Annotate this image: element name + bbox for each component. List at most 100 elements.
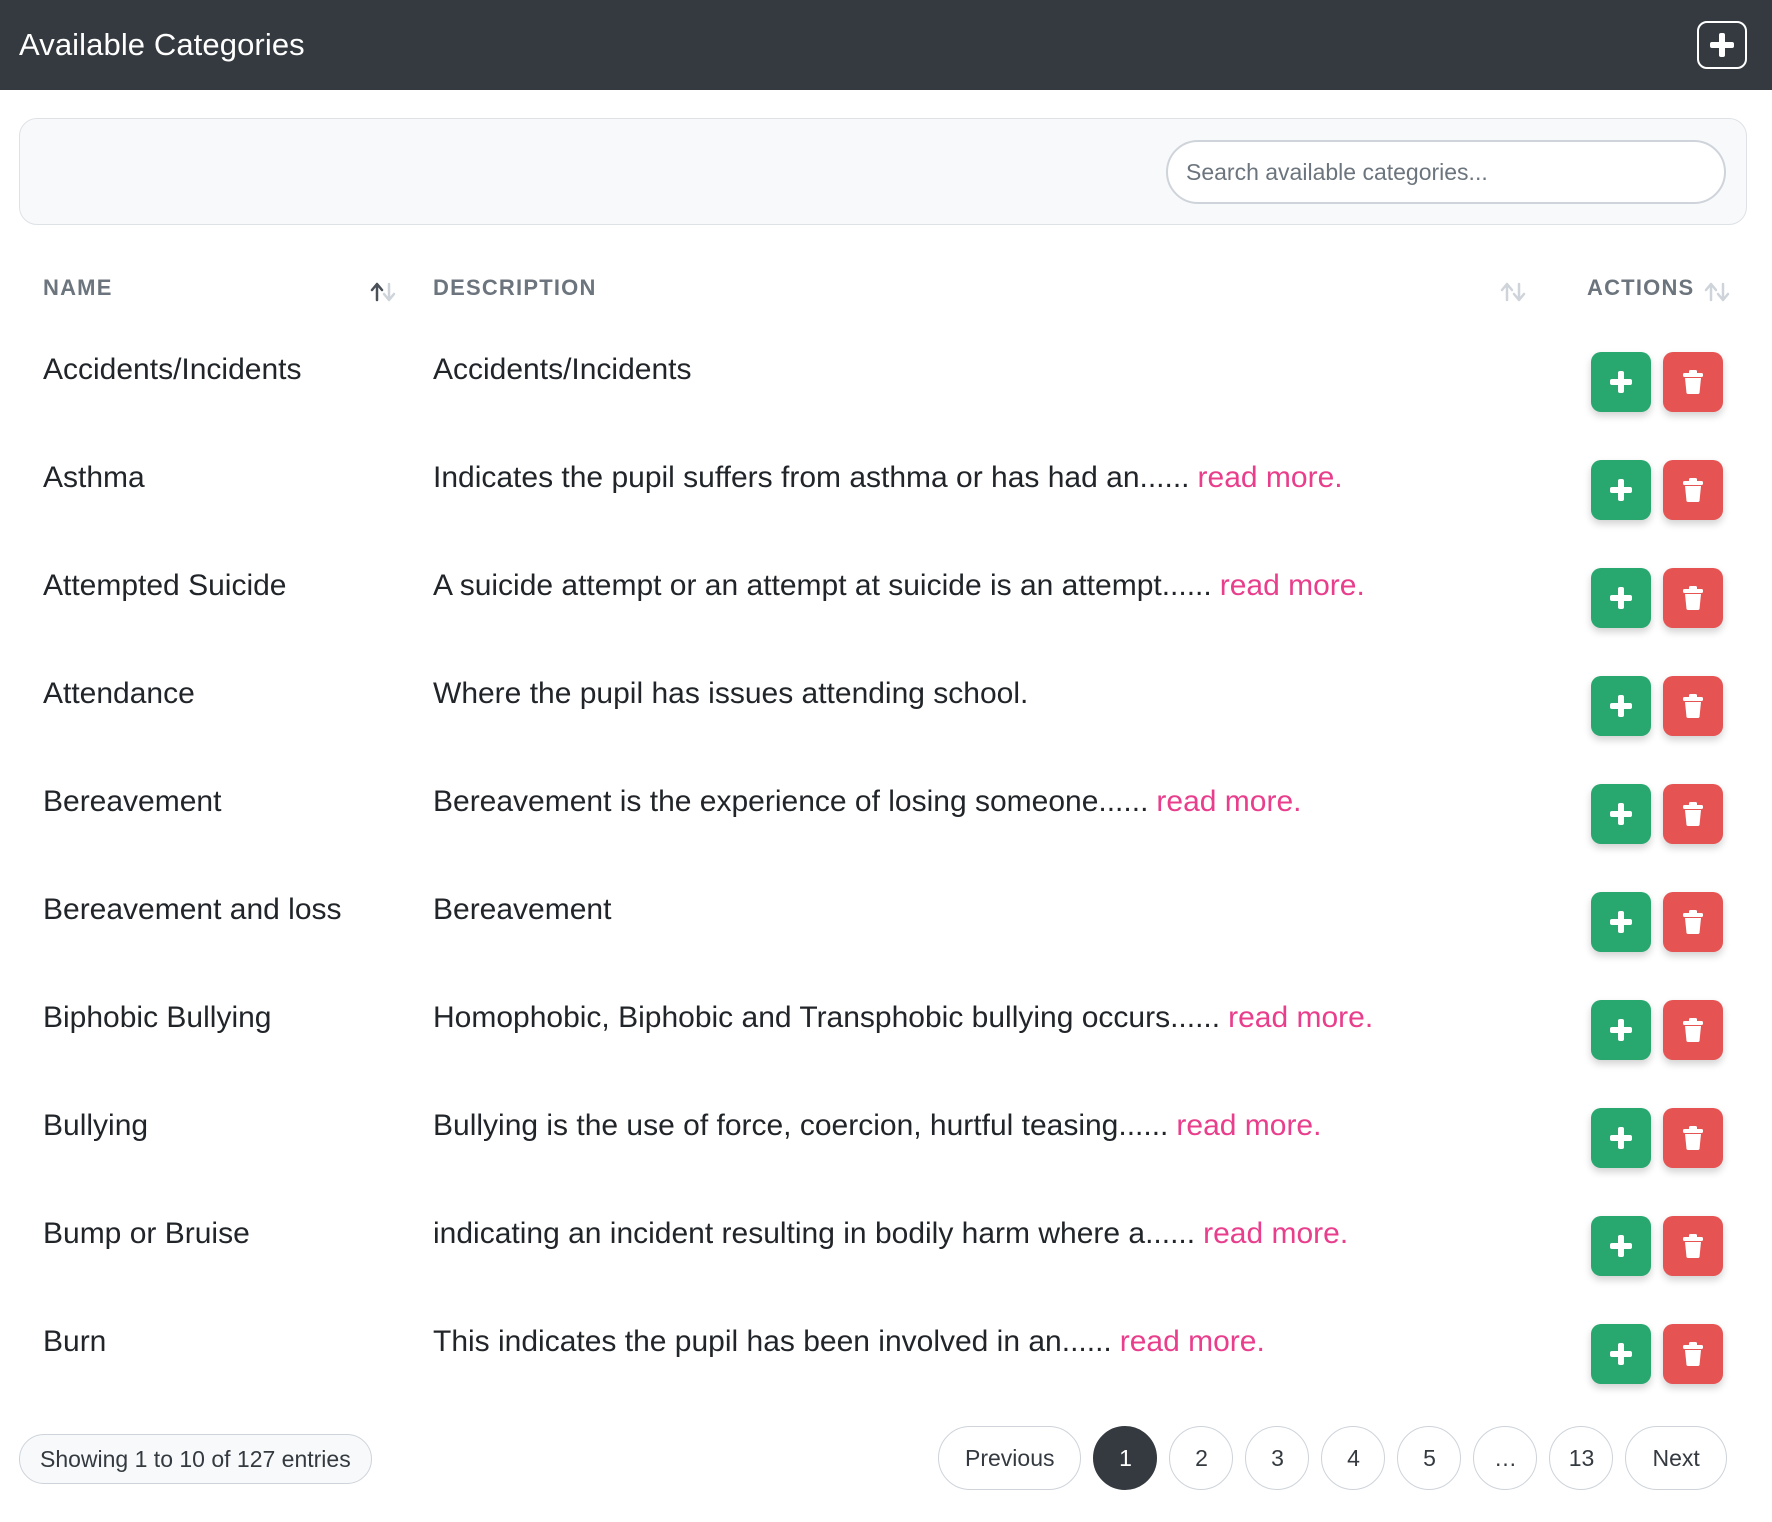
- sort-icon[interactable]: [1499, 280, 1527, 302]
- delete-button[interactable]: [1663, 1216, 1723, 1276]
- plus-icon: [1610, 695, 1632, 717]
- read-more-link[interactable]: read more.: [1220, 569, 1365, 603]
- column-header-actions[interactable]: ACTIONS: [1587, 275, 1694, 301]
- column-header-description[interactable]: DESCRIPTION: [433, 275, 597, 301]
- delete-button[interactable]: [1663, 784, 1723, 844]
- pagination-page-13[interactable]: 13: [1549, 1426, 1614, 1490]
- category-description: This indicates the pupil has been involv…: [433, 1288, 1265, 1396]
- row-actions: [1591, 676, 1723, 736]
- add-button[interactable]: [1591, 1216, 1651, 1276]
- delete-button[interactable]: [1663, 1000, 1723, 1060]
- category-description: Where the pupil has issues attending sch…: [433, 640, 1028, 748]
- add-button[interactable]: [1591, 460, 1651, 520]
- category-name: Biphobic Bullying: [43, 1001, 272, 1034]
- trash-icon: [1683, 910, 1703, 934]
- category-name: Bereavement: [43, 785, 222, 818]
- pagination-next[interactable]: Next: [1625, 1426, 1727, 1490]
- add-category-button[interactable]: [1697, 21, 1747, 69]
- page-title: Available Categories: [19, 27, 305, 62]
- category-description: Homophobic, Biphobic and Transphobic bul…: [433, 964, 1373, 1072]
- add-button[interactable]: [1591, 784, 1651, 844]
- row-actions: [1591, 460, 1723, 520]
- trash-icon: [1683, 1018, 1703, 1042]
- add-button[interactable]: [1591, 676, 1651, 736]
- category-name: Accidents/Incidents: [43, 353, 302, 386]
- column-header-name[interactable]: NAME: [43, 275, 113, 301]
- trash-icon: [1683, 370, 1703, 394]
- description-text: A suicide attempt or an attempt at suici…: [433, 569, 1212, 602]
- search-panel: [19, 118, 1747, 225]
- read-more-link[interactable]: read more.: [1156, 785, 1301, 819]
- pagination-page-1[interactable]: 1: [1093, 1426, 1158, 1490]
- row-actions: [1591, 352, 1723, 412]
- pagination-page-5[interactable]: 5: [1397, 1426, 1462, 1490]
- table-row: Bump or Bruise indicating an incident res…: [19, 1188, 1747, 1296]
- add-button[interactable]: [1591, 568, 1651, 628]
- read-more-link[interactable]: read more.: [1176, 1109, 1321, 1143]
- sort-icon[interactable]: [1703, 280, 1731, 302]
- pagination-page-4[interactable]: 4: [1321, 1426, 1386, 1490]
- pagination-ellipsis[interactable]: …: [1473, 1426, 1538, 1490]
- delete-button[interactable]: [1663, 460, 1723, 520]
- category-description: Bereavement is the experience of losing …: [433, 748, 1301, 856]
- plus-icon: [1610, 911, 1632, 933]
- category-description: Bereavement: [433, 856, 611, 964]
- category-name: Burn: [43, 1325, 107, 1358]
- sort-asc-icon[interactable]: [369, 280, 397, 302]
- description-text: Bereavement is the experience of losing …: [433, 785, 1149, 818]
- category-description: A suicide attempt or an attempt at suici…: [433, 532, 1365, 640]
- description-text: Homophobic, Biphobic and Transphobic bul…: [433, 1001, 1221, 1034]
- description-text: Where the pupil has issues attending sch…: [433, 677, 1029, 710]
- row-actions: [1591, 1216, 1723, 1276]
- category-description: Bullying is the use of force, coercion, …: [433, 1072, 1321, 1180]
- trash-icon: [1683, 802, 1703, 826]
- pagination-previous[interactable]: Previous: [938, 1426, 1082, 1490]
- category-description: indicating an incident resulting in bodi…: [433, 1180, 1348, 1288]
- table-row: Bullying Bullying is the use of force, co…: [19, 1080, 1747, 1188]
- add-button[interactable]: [1591, 1108, 1651, 1168]
- category-description: Indicates the pupil suffers from asthma …: [433, 424, 1343, 532]
- category-name: Attempted Suicide: [43, 569, 287, 602]
- delete-button[interactable]: [1663, 892, 1723, 952]
- category-description: Accidents/Incidents: [433, 316, 691, 424]
- delete-button[interactable]: [1663, 676, 1723, 736]
- plus-icon: [1610, 371, 1632, 393]
- add-button[interactable]: [1591, 352, 1651, 412]
- delete-button[interactable]: [1663, 1108, 1723, 1168]
- description-text: This indicates the pupil has been involv…: [433, 1325, 1112, 1358]
- add-button[interactable]: [1591, 892, 1651, 952]
- category-name: Bereavement and loss: [43, 893, 342, 926]
- row-actions: [1591, 892, 1723, 952]
- plus-icon: [1610, 1127, 1632, 1149]
- entries-info: Showing 1 to 10 of 127 entries: [19, 1434, 372, 1484]
- table-row: Biphobic Bullying Homophobic, Biphobic an…: [19, 972, 1747, 1080]
- add-button[interactable]: [1591, 1324, 1651, 1384]
- description-text: Bullying is the use of force, coercion, …: [433, 1109, 1169, 1142]
- category-name: Asthma: [43, 461, 145, 494]
- category-name: Attendance: [43, 677, 195, 710]
- table-header: NAME DESCRIPTION ACTIONS: [19, 252, 1747, 324]
- read-more-link[interactable]: read more.: [1203, 1217, 1348, 1251]
- plus-icon: [1710, 33, 1734, 57]
- read-more-link[interactable]: read more.: [1120, 1325, 1265, 1359]
- read-more-link[interactable]: read more.: [1228, 1001, 1373, 1035]
- delete-button[interactable]: [1663, 1324, 1723, 1384]
- delete-button[interactable]: [1663, 352, 1723, 412]
- plus-icon: [1610, 587, 1632, 609]
- category-name: Bump or Bruise: [43, 1217, 250, 1250]
- plus-icon: [1610, 1019, 1632, 1041]
- category-name: Bullying: [43, 1109, 149, 1142]
- table-row: Burn This indicates the pupil has been in…: [19, 1296, 1747, 1404]
- table-body: Accidents/Incidents Accidents/Incidents As…: [19, 324, 1747, 1404]
- trash-icon: [1683, 694, 1703, 718]
- search-input[interactable]: [1166, 140, 1726, 204]
- pagination-page-2[interactable]: 2: [1169, 1426, 1234, 1490]
- table-row: Attempted Suicide A suicide attempt or an…: [19, 540, 1747, 648]
- description-text: indicating an incident resulting in bodi…: [433, 1217, 1196, 1250]
- add-button[interactable]: [1591, 1000, 1651, 1060]
- read-more-link[interactable]: read more.: [1198, 461, 1343, 495]
- delete-button[interactable]: [1663, 568, 1723, 628]
- table-row: Attendance Where the pupil has issues att…: [19, 648, 1747, 756]
- row-actions: [1591, 784, 1723, 844]
- pagination-page-3[interactable]: 3: [1245, 1426, 1310, 1490]
